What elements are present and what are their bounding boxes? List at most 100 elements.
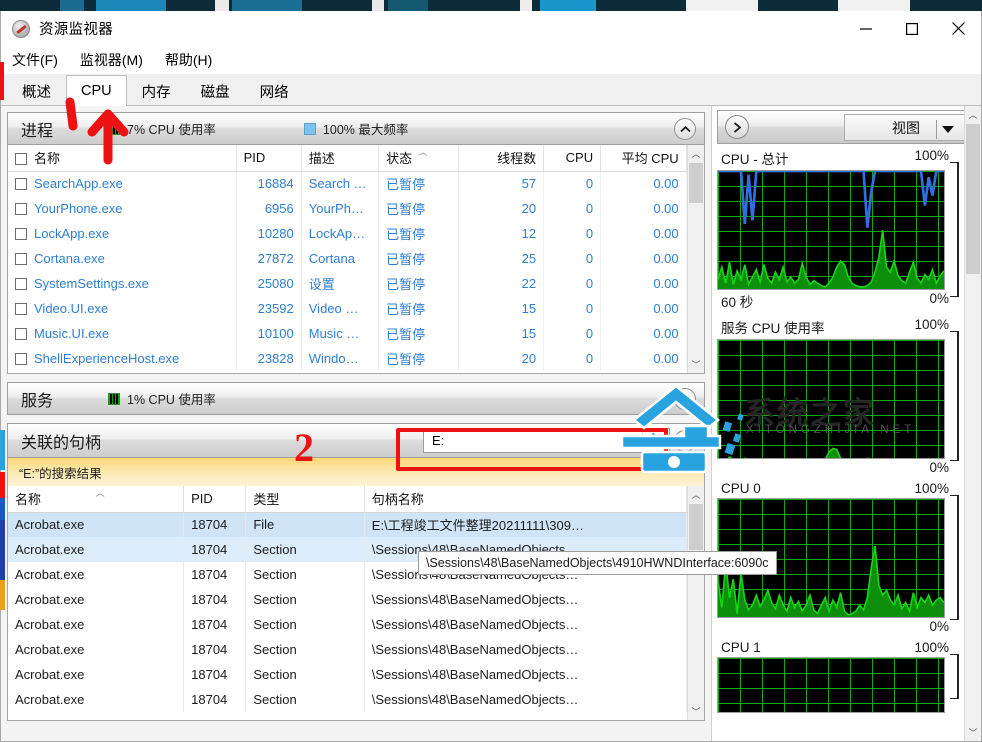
col-handle-type[interactable]: 类型: [245, 486, 365, 513]
chevron-right-icon[interactable]: [725, 115, 749, 139]
table-row[interactable]: LockApp.exe 10280 LockAp… 已暂停 12 0 0.00: [8, 221, 704, 246]
cell-name[interactable]: ShellExperienceHost.exe: [8, 346, 237, 371]
menu-help[interactable]: 帮助(H): [165, 50, 212, 70]
table-row[interactable]: Acrobat.exe 18704 Section \Sessions\48\B…: [8, 612, 704, 637]
tab-cpu[interactable]: CPU: [66, 75, 127, 106]
chevron-up-icon: [679, 125, 691, 132]
scroll-down-icon[interactable]: ﹀: [688, 703, 704, 720]
tab-overview[interactable]: 概述: [7, 76, 66, 105]
cell-avg: 0.00: [600, 321, 687, 346]
col-pid[interactable]: PID: [236, 145, 302, 172]
row-checkbox[interactable]: [15, 228, 27, 240]
processes-collapse-button[interactable]: [674, 118, 696, 140]
cell-pid: 25080: [236, 271, 302, 296]
row-checkbox[interactable]: [15, 253, 27, 265]
table-row[interactable]: YourPhone.exe 6956 YourPh… 已暂停 20 0 0.00: [8, 196, 704, 221]
tab-network[interactable]: 网络: [244, 76, 304, 105]
col-handle-path[interactable]: 句柄名称: [364, 486, 687, 513]
row-checkbox[interactable]: [15, 353, 27, 365]
menu-file[interactable]: 文件(F): [12, 50, 58, 70]
scrollbar-thumb[interactable]: [689, 163, 703, 203]
graph-title: CPU - 总计: [721, 152, 789, 167]
chevron-up-icon: [679, 437, 691, 444]
caret-down-icon[interactable]: [942, 126, 954, 133]
table-row[interactable]: Acrobat.exe 18704 Section \Sessions\48\B…: [8, 587, 704, 612]
step-2-marker: 2: [294, 425, 314, 470]
table-row[interactable]: Acrobat.exe 18704 Section \Sessions\48\B…: [8, 662, 704, 687]
col-description[interactable]: 描述: [301, 145, 380, 172]
col-handle-name[interactable]: ︿ 名称: [8, 486, 185, 513]
scrollbar-thumb[interactable]: [689, 504, 703, 550]
cell-desc: Search …: [301, 171, 380, 196]
table-row[interactable]: ShellExperienceHost.exe 23828 Windo… 已暂停…: [8, 346, 704, 371]
graph-ymin: 0%: [929, 460, 949, 475]
view-button[interactable]: 视图: [844, 114, 968, 141]
cell-pid: 18704: [183, 587, 247, 612]
cell-name: Acrobat.exe: [8, 662, 185, 687]
col-status[interactable]: ︿ 状态: [378, 145, 459, 172]
title-bar: 资源监视器: [1, 11, 981, 46]
row-checkbox[interactable]: [15, 203, 27, 215]
table-row[interactable]: Video.UI.exe 23592 Video … 已暂停 15 0 0.00: [8, 296, 704, 321]
scroll-down-icon[interactable]: ﹀: [965, 724, 981, 741]
scrollbar-thumb[interactable]: [966, 124, 980, 274]
cell-name[interactable]: Video.UI.exe: [8, 296, 237, 321]
services-section-header[interactable]: 服务 1% CPU 使用率: [7, 382, 705, 415]
cell-cpu: 0: [543, 346, 602, 371]
close-button[interactable]: [935, 11, 981, 46]
tab-strip: 概述 CPU 内存 磁盘 网络: [1, 74, 981, 106]
cell-desc: Video …: [301, 296, 380, 321]
col-handle-pid[interactable]: PID: [183, 486, 247, 513]
graph-canvas: [717, 657, 945, 713]
cell-type: Section: [245, 687, 365, 712]
tab-disk[interactable]: 磁盘: [185, 76, 245, 105]
table-row[interactable]: SearchApp.exe 16884 Search … 已暂停 57 0 0.…: [8, 171, 704, 196]
table-row[interactable]: Acrobat.exe 18704 Section \Sessions\48\B…: [8, 637, 704, 662]
cell-name[interactable]: Music.UI.exe: [8, 321, 237, 346]
processes-section-header[interactable]: 进程 7% CPU 使用率 100% 最大频率: [7, 112, 705, 145]
graph-trace: [718, 171, 944, 289]
view-divider: [936, 120, 937, 139]
cell-pid: 23592: [236, 296, 302, 321]
cell-name: Acrobat.exe: [8, 587, 185, 612]
handles-collapse-button[interactable]: [674, 430, 696, 452]
maximize-button[interactable]: [889, 11, 935, 46]
cell-status: 已暂停: [378, 321, 459, 346]
menu-monitor[interactable]: 监视器(M): [80, 50, 143, 70]
cell-name[interactable]: LockApp.exe: [8, 221, 237, 246]
col-name[interactable]: 名称: [8, 145, 237, 172]
scroll-up-icon[interactable]: ︿: [688, 486, 704, 503]
right-panel-scrollbar[interactable]: ︿ ﹀: [964, 106, 981, 741]
cell-threads: 20: [458, 196, 545, 221]
cell-name[interactable]: YourPhone.exe: [8, 196, 237, 221]
cell-handle: \Sessions\48\BaseNamedObjects…: [364, 637, 687, 662]
cell-pid: 6956: [236, 196, 302, 221]
col-cpu[interactable]: CPU: [543, 145, 602, 172]
scroll-down-icon[interactable]: ﹀: [688, 356, 704, 373]
cell-pid: 10100: [236, 321, 302, 346]
scroll-up-icon[interactable]: ︿: [688, 145, 704, 162]
cell-name[interactable]: Cortana.exe: [8, 246, 237, 271]
tab-memory[interactable]: 内存: [126, 76, 186, 105]
scroll-up-icon[interactable]: ︿: [965, 106, 981, 123]
table-row[interactable]: Acrobat.exe 18704 Section \Sessions\48\B…: [8, 687, 704, 712]
cell-name[interactable]: SearchApp.exe: [8, 171, 237, 196]
cell-name[interactable]: SystemSettings.exe: [8, 271, 237, 296]
services-collapse-button[interactable]: [674, 388, 696, 410]
col-threads[interactable]: 线程数: [458, 145, 545, 172]
row-checkbox[interactable]: [15, 278, 27, 290]
table-row[interactable]: Music.UI.exe 10100 Music … 已暂停 15 0 0.00: [8, 321, 704, 346]
select-all-checkbox[interactable]: [15, 153, 27, 166]
table-row[interactable]: SystemSettings.exe 25080 设置 已暂停 22 0 0.0…: [8, 271, 704, 296]
cell-avg: 0.00: [600, 346, 687, 371]
minimize-button[interactable]: [843, 11, 889, 46]
row-checkbox[interactable]: [15, 178, 27, 191]
handles-scrollbar[interactable]: ︿ ﹀: [687, 486, 704, 720]
row-checkbox[interactable]: [15, 328, 27, 340]
table-row[interactable]: Acrobat.exe 18704 File E:\工程竣工文件整理202111…: [8, 512, 704, 537]
processes-scrollbar[interactable]: ︿ ﹀: [687, 145, 704, 373]
handles-body: Acrobat.exe 18704 File E:\工程竣工文件整理202111…: [8, 512, 704, 712]
table-row[interactable]: Cortana.exe 27872 Cortana 已暂停 25 0 0.00: [8, 246, 704, 271]
col-avg-cpu[interactable]: 平均 CPU: [600, 145, 687, 172]
row-checkbox[interactable]: [15, 303, 27, 315]
